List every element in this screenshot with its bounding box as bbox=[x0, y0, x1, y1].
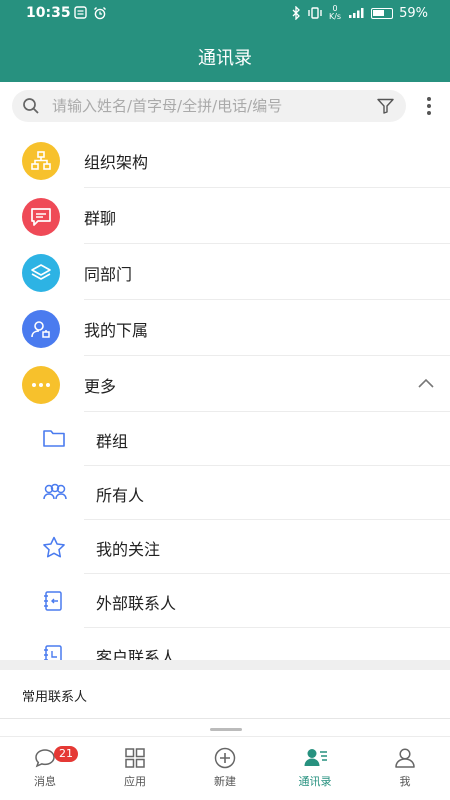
tab-messages[interactable]: 21 消息 bbox=[0, 737, 90, 800]
menu-item-more[interactable]: 更多 bbox=[0, 356, 450, 412]
tab-apps[interactable]: 应用 bbox=[90, 737, 180, 800]
menu-item-subordinates[interactable]: 我的下属 bbox=[0, 300, 450, 356]
menu-item-label: 同部门 bbox=[84, 265, 133, 284]
section-separator bbox=[0, 660, 450, 670]
divider bbox=[0, 718, 450, 719]
star-icon bbox=[43, 536, 65, 558]
menu-item-label: 群聊 bbox=[84, 209, 117, 228]
tab-me[interactable]: 我 bbox=[360, 737, 450, 800]
filter-icon[interactable] bbox=[377, 98, 394, 114]
tab-contacts[interactable]: 通讯录 bbox=[270, 737, 360, 800]
sub-item-label: 群组 bbox=[96, 432, 129, 451]
sub-item-groups[interactable]: 群组 bbox=[0, 412, 450, 466]
menu-item-label: 更多 bbox=[84, 377, 117, 396]
customer-contact-icon bbox=[44, 645, 62, 660]
network-speed: 0 K/s bbox=[329, 5, 341, 21]
menu-item-label: 我的下属 bbox=[84, 321, 149, 340]
profile-icon bbox=[395, 748, 415, 768]
apps-icon bbox=[125, 748, 145, 768]
add-circle-icon bbox=[214, 747, 236, 769]
sub-item-label: 我的关注 bbox=[96, 540, 161, 559]
section-title: 常用联系人 bbox=[22, 690, 88, 705]
drag-handle[interactable] bbox=[210, 728, 242, 731]
search-row bbox=[0, 82, 450, 132]
folder-icon bbox=[43, 430, 65, 447]
unread-badge: 21 bbox=[54, 746, 78, 762]
search-box[interactable] bbox=[12, 90, 406, 122]
alarm-icon bbox=[94, 7, 106, 20]
menu-item-org-chart[interactable]: 组织架构 bbox=[0, 132, 450, 188]
page-title: 通讯录 bbox=[198, 48, 252, 69]
signal-icon bbox=[349, 8, 364, 18]
vibrate-icon bbox=[308, 7, 322, 19]
sub-item-everyone[interactable]: 所有人 bbox=[0, 466, 450, 520]
chat-icon bbox=[22, 198, 60, 236]
sub-item-following[interactable]: 我的关注 bbox=[0, 520, 450, 574]
org-chart-icon bbox=[22, 142, 60, 180]
tab-label: 消息 bbox=[34, 775, 56, 788]
status-bar: 10:35 0 K/s 59% bbox=[0, 0, 450, 28]
menu-item-group-chat[interactable]: 群聊 bbox=[0, 188, 450, 244]
chevron-up-icon[interactable] bbox=[418, 378, 434, 388]
sub-item-external-contacts[interactable]: 外部联系人 bbox=[0, 574, 450, 628]
layers-icon bbox=[22, 254, 60, 292]
tab-label: 新建 bbox=[214, 775, 236, 788]
sub-item-customer-contacts[interactable]: 客户联系人 bbox=[0, 628, 450, 660]
battery-icon bbox=[371, 7, 394, 19]
contacts-list: 组织架构 群聊 同部门 我的下属 更多 群组 所有人 我的关注 外部联系人 客户… bbox=[0, 132, 450, 660]
status-right: 0 K/s 59% bbox=[292, 5, 428, 21]
frequent-contacts-section: 常用联系人 bbox=[0, 670, 450, 720]
more-options-icon[interactable] bbox=[426, 97, 432, 117]
notification-icons bbox=[74, 6, 107, 20]
battery-percent: 59% bbox=[399, 5, 428, 21]
search-icon bbox=[23, 98, 39, 114]
sub-item-label: 客户联系人 bbox=[96, 648, 177, 660]
status-time: 10:35 bbox=[26, 5, 71, 21]
bottom-tab-bar: 21 消息 应用 新建 通讯录 我 bbox=[0, 736, 450, 800]
contacts-icon bbox=[304, 749, 327, 766]
network-speed-unit: K/s bbox=[328, 12, 342, 21]
menu-item-label: 组织架构 bbox=[84, 153, 149, 172]
tab-label: 应用 bbox=[124, 775, 146, 788]
app-notification-icon bbox=[74, 6, 87, 19]
search-input[interactable] bbox=[52, 94, 362, 118]
tab-new[interactable]: 新建 bbox=[180, 737, 270, 800]
more-icon bbox=[22, 366, 60, 404]
sub-item-label: 所有人 bbox=[96, 486, 145, 505]
bluetooth-icon bbox=[292, 6, 300, 20]
sub-item-label: 外部联系人 bbox=[96, 594, 177, 613]
header: 通讯录 bbox=[0, 28, 450, 82]
menu-item-same-department[interactable]: 同部门 bbox=[0, 244, 450, 300]
tab-label: 我 bbox=[399, 775, 411, 788]
message-icon bbox=[35, 749, 55, 768]
people-icon bbox=[43, 483, 67, 500]
subordinate-icon bbox=[22, 310, 60, 348]
external-contact-icon bbox=[44, 591, 62, 611]
tab-label: 通讯录 bbox=[298, 775, 332, 788]
